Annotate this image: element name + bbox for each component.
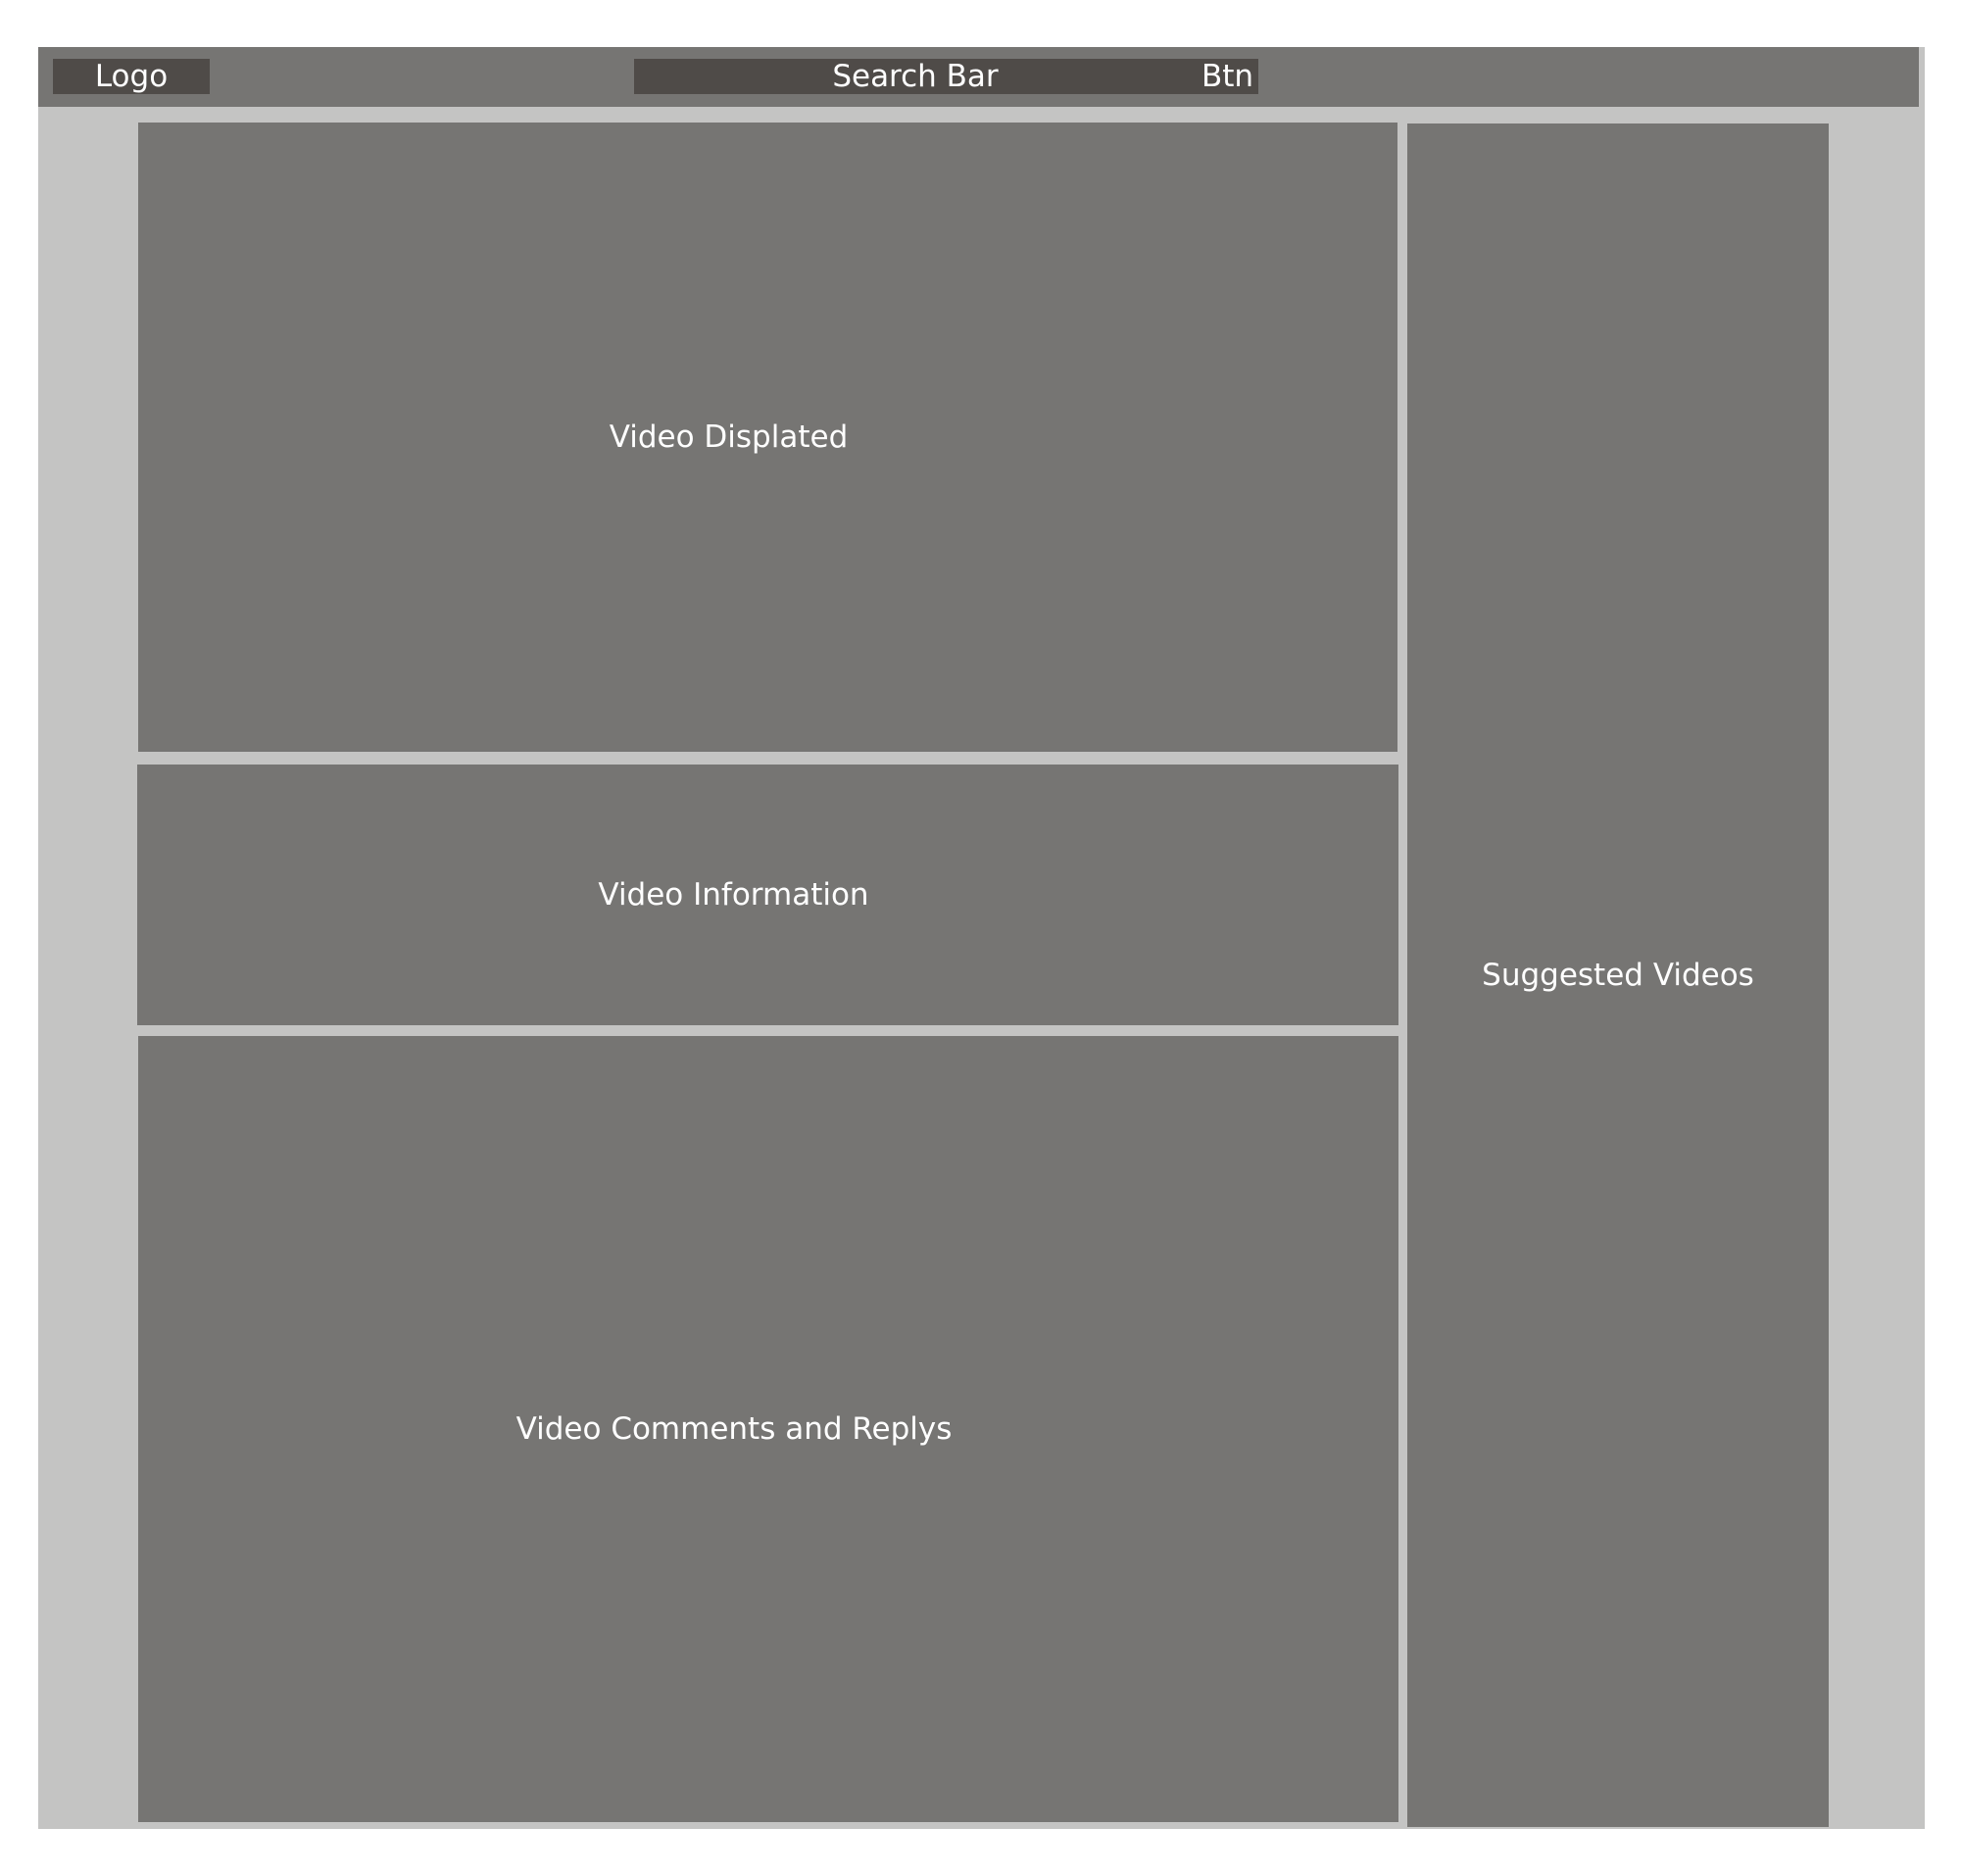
video-player[interactable]: Video Displated	[138, 123, 1397, 752]
video-comments-label: Video Comments and Replys	[515, 1411, 953, 1447]
search-button[interactable]: Btn	[1197, 59, 1258, 94]
search-input[interactable]: Search Bar	[634, 59, 1197, 94]
logo[interactable]: Logo	[53, 59, 210, 94]
suggested-videos-label: Suggested Videos	[1482, 958, 1754, 993]
top-header: Logo Search Bar Btn	[38, 47, 1919, 107]
video-comments-panel[interactable]: Video Comments and Replys	[138, 1036, 1398, 1822]
page-frame: Logo Search Bar Btn Video Displated Vide…	[38, 47, 1925, 1829]
video-information-label: Video Information	[598, 877, 869, 913]
suggested-videos-panel[interactable]: Suggested Videos	[1407, 123, 1829, 1827]
video-player-label: Video Displated	[609, 420, 849, 455]
video-information-panel: Video Information	[137, 765, 1398, 1025]
